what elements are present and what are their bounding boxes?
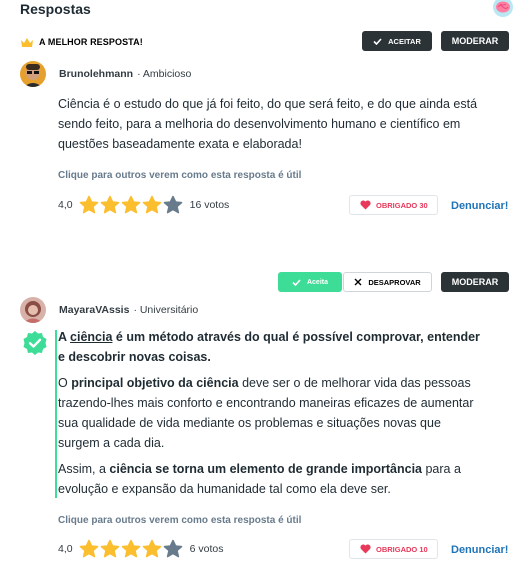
star-filled-icon[interactable]	[100, 539, 120, 559]
rating-value: 4,0	[58, 199, 73, 211]
best-answer-label: A MELHOR RESPOSTA!	[39, 37, 143, 47]
star-empty-icon[interactable]	[163, 195, 183, 215]
star-filled-icon[interactable]	[121, 539, 141, 559]
star-filled-icon[interactable]	[142, 195, 162, 215]
helpful-prompt: Clique para outros verem como esta respo…	[58, 515, 302, 526]
star-filled-icon[interactable]	[79, 195, 99, 215]
answer-text: A ciência é um método através do qual é …	[58, 327, 486, 499]
moderate-button[interactable]: MODERAR	[441, 31, 509, 51]
brain-icon	[493, 0, 513, 17]
accepted-button[interactable]: Aceita	[278, 272, 342, 292]
star-filled-icon[interactable]	[100, 195, 120, 215]
report-link[interactable]: Denunciar!	[451, 200, 508, 212]
section-title: Respostas	[20, 1, 91, 17]
best-answer-badge: A MELHOR RESPOSTA!	[20, 33, 143, 51]
star-filled-icon[interactable]	[121, 195, 141, 215]
heart-icon	[360, 544, 371, 554]
author-name[interactable]: Brunolehmann	[59, 68, 133, 80]
author-rank: · Ambicioso	[137, 68, 192, 80]
thanks-button[interactable]: OBRIGADO 30	[349, 195, 438, 215]
heart-icon	[360, 200, 371, 210]
answer-paragraph: Assim, a ciência se torna um elemento de…	[58, 462, 461, 496]
crown-icon	[21, 37, 33, 47]
close-icon	[354, 278, 362, 286]
rating-row: 4,0 6 votos	[58, 537, 223, 561]
check-icon	[373, 37, 382, 45]
disapprove-button[interactable]: DESAPROVAR	[343, 272, 432, 292]
accepted-answer-accent	[55, 330, 57, 498]
star-filled-icon[interactable]	[79, 539, 99, 559]
avatar[interactable]	[20, 297, 46, 323]
verified-check-icon	[23, 331, 47, 355]
accept-button[interactable]: ACEITAR	[362, 31, 432, 51]
avatar[interactable]	[20, 61, 46, 87]
check-icon	[292, 278, 301, 286]
votes-count: 6 votos	[189, 543, 224, 555]
answer-paragraph: O principal objetivo da ciência deve ser…	[58, 376, 474, 450]
author-row: Brunolehmann · Ambicioso	[20, 61, 191, 87]
moderate-button[interactable]: MODERAR	[441, 272, 509, 292]
report-link[interactable]: Denunciar!	[451, 544, 508, 556]
votes-count: 16 votos	[189, 199, 230, 211]
answer-card: MayaraVAssis · Universitário A ciência é…	[20, 297, 514, 562]
author-name[interactable]: MayaraVAssis	[59, 304, 129, 316]
helpful-prompt: Clique para outros verem como esta respo…	[58, 170, 302, 181]
star-empty-icon[interactable]	[163, 539, 183, 559]
answers-header: Respostas	[20, 0, 514, 18]
rating-row: 4,0 16 votos	[58, 193, 229, 217]
rating-stars[interactable]	[79, 539, 184, 559]
rating-value: 4,0	[58, 543, 73, 555]
author-rank: · Universitário	[133, 304, 199, 316]
answer-card: Brunolehmann · Ambicioso Ciência é o est…	[20, 60, 514, 230]
star-filled-icon[interactable]	[142, 539, 162, 559]
answer-paragraph: A ciência é um método através do qual é …	[58, 330, 480, 364]
rating-stars[interactable]	[79, 195, 184, 215]
thanks-button[interactable]: OBRIGADO 10	[349, 539, 438, 559]
author-row: MayaraVAssis · Universitário	[20, 297, 198, 323]
answer-text: Ciência é o estudo do que já foi feito, …	[58, 97, 478, 151]
